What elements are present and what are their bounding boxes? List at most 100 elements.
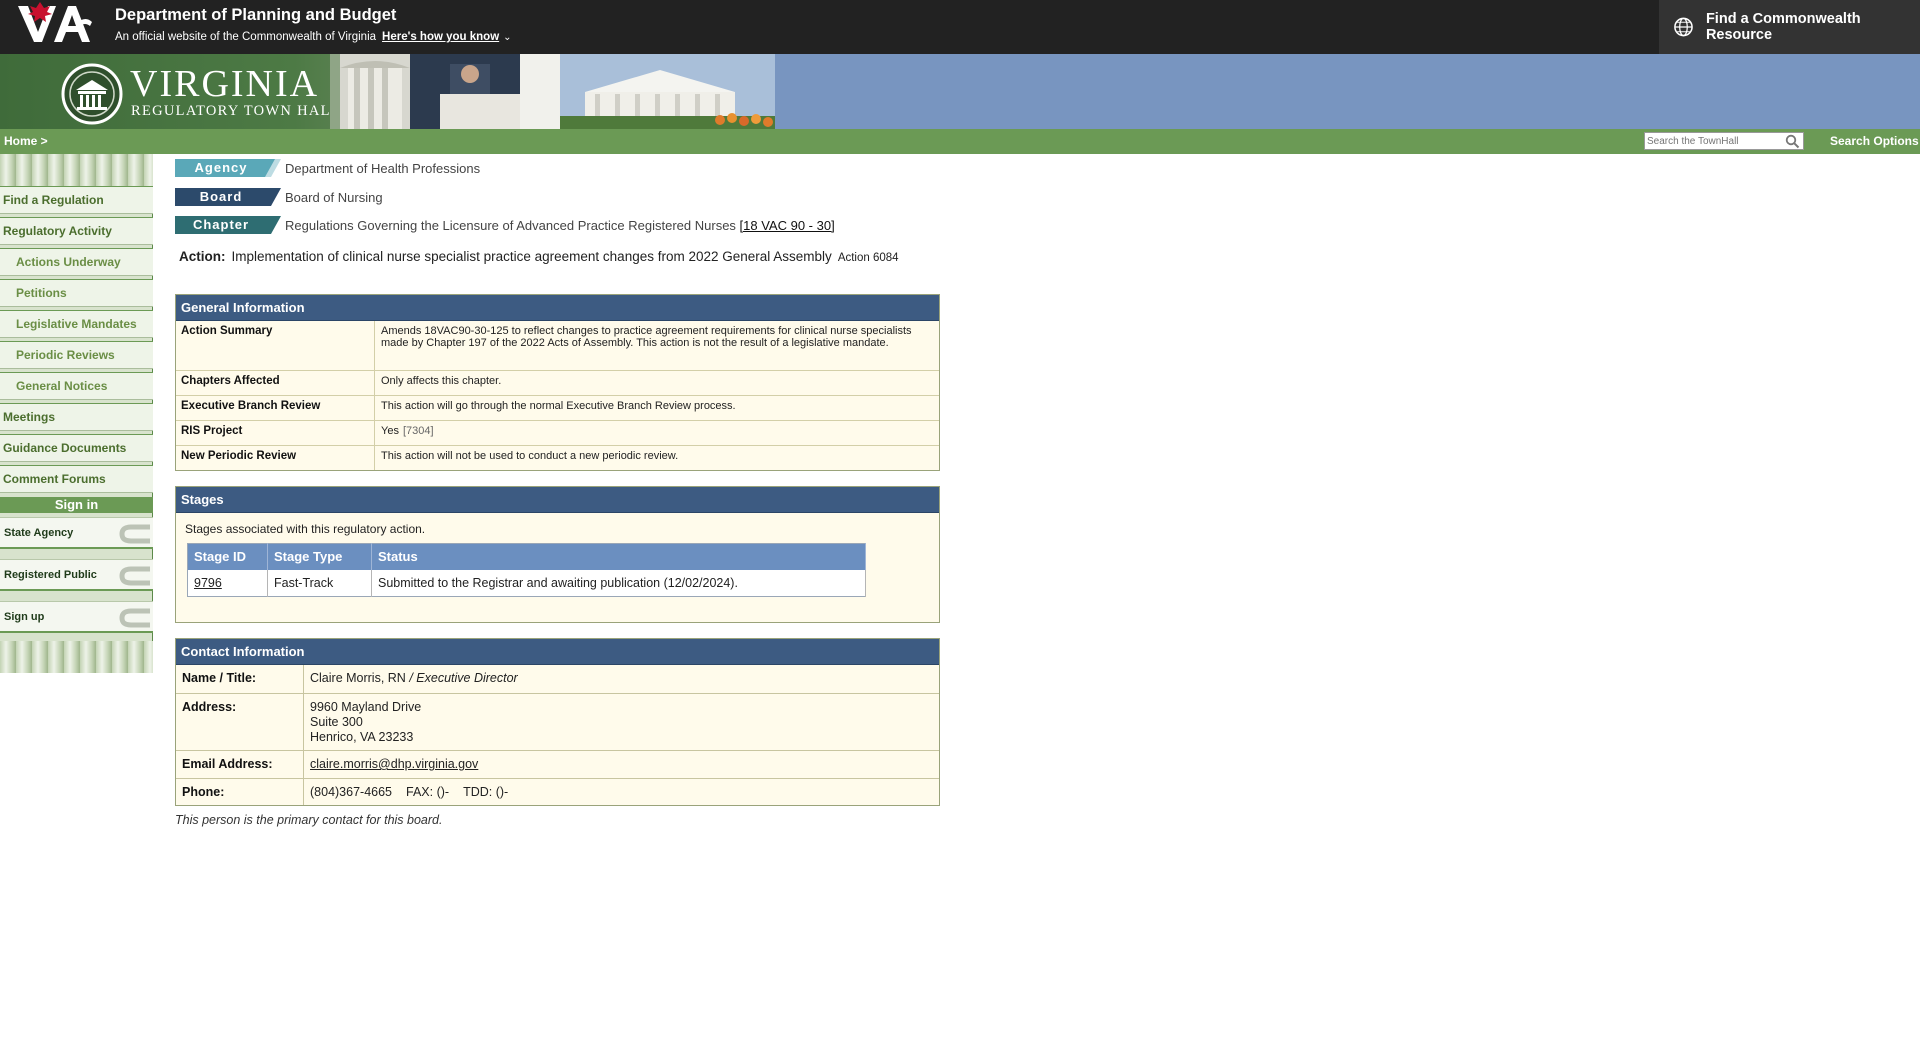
sign-in-registered-public-label: Registered Public	[4, 569, 97, 581]
chapters-affected-label: Chapters Affected	[176, 371, 375, 395]
find-commonwealth-resource-button[interactable]: Find a Commonwealth Resource	[1659, 0, 1920, 54]
sidebar-item-actions-underway[interactable]: Actions Underway	[0, 248, 153, 276]
banner-regulatory-town-hall[interactable]: REGULATORY TOWN HALL	[131, 103, 341, 120]
address-value: 9960 Mayland Drive Suite 300 Henrico, VA…	[304, 694, 939, 750]
table-row: Executive Branch Review This action will…	[176, 395, 939, 420]
board-tag-label: Board	[199, 189, 243, 204]
capitol-seal-icon[interactable]	[60, 62, 124, 126]
search-icon[interactable]	[1785, 134, 1800, 149]
sidebar-pillar-decoration	[0, 641, 153, 673]
contact-name: Claire Morris, RN	[310, 671, 406, 685]
email-link[interactable]: claire.morris@dhp.virginia.gov	[310, 757, 478, 771]
chapter-citation-link[interactable]: [18 VAC 90 - 30]	[740, 218, 835, 233]
sidebar-item-petitions[interactable]: Petitions	[0, 279, 153, 307]
sidebar-pillar-decoration	[0, 154, 153, 186]
banner-artwork: VIRGINIA REGULATORY TOWN HALL	[0, 54, 775, 129]
contact-information-heading: Contact Information	[176, 639, 939, 665]
phone-value: (804)367-4665 FAX: ()- TDD: ()-	[304, 779, 939, 805]
agency-name: Department of Health Professions	[285, 160, 481, 176]
executive-branch-review-value: This action will go through the normal E…	[381, 400, 736, 412]
stages-panel: Stages Stages associated with this regul…	[175, 486, 940, 623]
table-row: RIS Project Yes [7304]	[176, 420, 939, 445]
search-options-link[interactable]: Search Options	[1830, 134, 1919, 148]
name-title-label: Name / Title:	[176, 665, 304, 693]
search-input[interactable]	[1644, 132, 1804, 150]
table-row: Chapters Affected Only affects this chap…	[176, 370, 939, 395]
sidebar-item-regulatory-activity[interactable]: Regulatory Activity	[0, 217, 153, 245]
contact-information-panel: Contact Information Name / Title: Claire…	[175, 638, 940, 806]
find-commonwealth-resource-label: Find a Commonwealth Resource	[1705, 11, 1861, 43]
agency-tag: Agency	[175, 159, 283, 177]
sidebar-item-find-a-regulation[interactable]: Find a Regulation	[0, 186, 153, 214]
table-row: New Periodic Review This action will not…	[176, 445, 939, 470]
chapter-tag-label: Chapter	[192, 217, 250, 232]
left-sidebar: Find a Regulation Regulatory Activity Ac…	[0, 154, 153, 673]
general-information-panel: General Information Action Summary Amend…	[175, 294, 940, 471]
sidebar-item-guidance-documents[interactable]: Guidance Documents	[0, 434, 153, 462]
banner-virginia-title[interactable]: VIRGINIA	[130, 62, 319, 106]
sidebar-item-legislative-mandates[interactable]: Legislative Mandates	[0, 310, 153, 338]
ris-project-number: [7304]	[402, 425, 434, 437]
general-information-heading: General Information	[176, 295, 939, 321]
email-label: Email Address:	[176, 751, 304, 778]
ris-project-answer: Yes	[381, 425, 399, 437]
contact-title: / Executive Director	[409, 671, 518, 685]
agency-row: Agency Department of Health Professions	[175, 158, 480, 178]
general-information-rows: Action Summary Amends 18VAC90-30-125 to …	[176, 321, 939, 470]
stage-id-header: Stage ID	[187, 543, 268, 570]
phone-label: Phone:	[176, 779, 304, 805]
stages-note: Stages associated with this regulatory a…	[185, 522, 426, 536]
sidebar-item-periodic-reviews[interactable]: Periodic Reviews	[0, 341, 153, 369]
sign-in-state-agency-label: State Agency	[4, 527, 74, 539]
tdd-number: TDD: ()-	[463, 785, 509, 799]
sidebar-item-meetings[interactable]: Meetings	[0, 403, 153, 431]
sign-up-button[interactable]: Sign up	[0, 601, 153, 633]
agency-tag-label: Agency	[194, 160, 248, 175]
ris-project-value: Yes [7304]	[375, 421, 939, 445]
heres-how-you-know-link[interactable]: Here's how you know	[382, 31, 499, 43]
table-row: Action Summary Amends 18VAC90-30-125 to …	[176, 321, 939, 370]
sign-up-label: Sign up	[4, 611, 45, 623]
sign-in-arrow-icon	[119, 608, 150, 628]
table-row: Email Address: claire.morris@dhp.virgini…	[176, 750, 939, 778]
address-label: Address:	[176, 694, 304, 750]
action-summary-label: Action Summary	[176, 321, 375, 370]
sign-in-registered-public-button[interactable]: Registered Public	[0, 559, 153, 591]
new-periodic-review-label: New Periodic Review	[176, 446, 375, 470]
stages-heading: Stages	[176, 487, 939, 513]
stages-table: Stage ID Stage Type Status 9796 Fast-Tra…	[187, 543, 866, 597]
ris-project-label: RIS Project	[176, 421, 375, 445]
chapter-row: Chapter Regulations Governing the Licens…	[175, 215, 835, 235]
stage-id-link[interactable]: 9796	[187, 569, 268, 597]
capitol-building-illustration	[330, 54, 775, 129]
status-header: Status	[371, 543, 866, 570]
sidebar-item-general-notices[interactable]: General Notices	[0, 372, 153, 400]
action-number: Action 6084	[837, 252, 899, 264]
table-row: Name / Title: Claire Morris, RN / Execut…	[176, 665, 939, 693]
virginia-va-logo[interactable]	[16, 0, 94, 46]
table-row: Phone: (804)367-4665 FAX: ()- TDD: ()-	[176, 778, 939, 805]
stage-type-cell: Fast-Track	[267, 569, 372, 597]
chevron-down-icon[interactable]: ⌄	[503, 32, 511, 43]
table-row: 9796 Fast-Track Submitted to the Registr…	[187, 569, 866, 597]
chapter-name: Regulations Governing the Licensure of A…	[285, 218, 835, 233]
phone-number: (804)367-4665	[310, 785, 393, 799]
new-periodic-review-value: This action will not be used to conduct …	[381, 450, 679, 462]
address-line: 9960 Mayland Drive	[310, 700, 422, 714]
board-name: Board of Nursing	[285, 189, 383, 205]
globe-icon	[1674, 17, 1693, 37]
sign-in-state-agency-button[interactable]: State Agency	[0, 517, 153, 549]
sidebar-item-comment-forums[interactable]: Comment Forums	[0, 465, 153, 493]
sign-in-heading: Sign in	[0, 497, 153, 513]
town-hall-banner: VIRGINIA REGULATORY TOWN HALL	[0, 54, 1920, 129]
official-site-notice: An official website of the Commonwealth …	[115, 31, 512, 43]
official-site-text: An official website of the Commonwealth …	[115, 31, 377, 43]
fax-number: FAX: ()-	[406, 785, 450, 799]
breadcrumb-home-link[interactable]: Home >	[4, 134, 48, 148]
chapter-title: Regulations Governing the Licensure of A…	[285, 217, 736, 233]
address-line: Suite 300	[310, 715, 363, 729]
primary-contact-note: This person is the primary contact for t…	[175, 813, 443, 827]
department-title[interactable]: Department of Planning and Budget	[115, 6, 396, 25]
action-summary-value: Amends 18VAC90-30-125 to reflect changes…	[381, 325, 912, 349]
sign-in-arrow-icon	[119, 566, 150, 586]
